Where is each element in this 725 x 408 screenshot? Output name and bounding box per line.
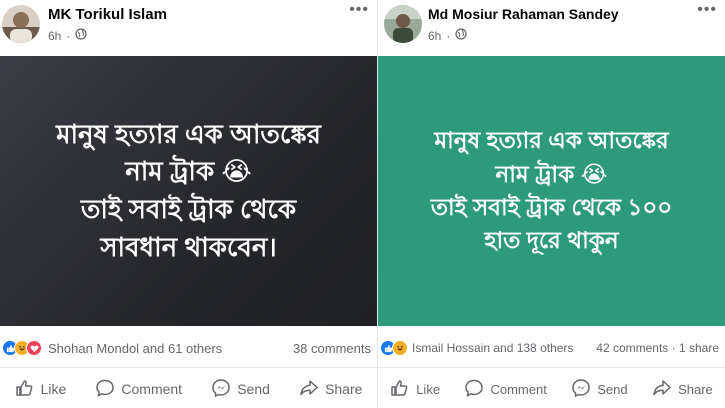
comment-icon — [464, 378, 484, 401]
post-image-text: মানুষ হত্যার এক আতঙ্কের নাম ট্রাক 😭 তাই … — [431, 124, 673, 257]
comment-button[interactable]: Comment — [95, 378, 182, 401]
reaction-icons[interactable] — [2, 340, 42, 356]
post-meta: 6h · — [428, 28, 468, 43]
thumbs-up-icon — [390, 378, 410, 401]
action-bar: Like Comment Send Share — [0, 371, 377, 407]
comment-button[interactable]: Comment — [464, 378, 547, 401]
like-label: Like — [40, 381, 67, 397]
thumbs-up-icon — [15, 378, 35, 401]
like-button[interactable]: Like — [15, 378, 67, 401]
post-2: Md Mosiur Rahaman Sandey 6h · ••• মানুষ … — [377, 0, 725, 408]
comments-count[interactable]: 42 comments · 1 share — [596, 341, 719, 355]
divider — [0, 367, 377, 368]
author-avatar[interactable] — [2, 5, 40, 43]
haha-reaction-icon — [392, 340, 408, 356]
image-text-line: তাই সবাই ট্রাক থেকে ১০০ — [430, 194, 673, 220]
messenger-icon — [571, 378, 591, 401]
send-button[interactable]: Send — [571, 378, 628, 401]
share-icon — [299, 378, 319, 401]
like-button[interactable]: Like — [390, 378, 440, 401]
share-icon — [652, 378, 672, 401]
image-text-line: নাম ট্রাক 😭 — [125, 156, 252, 187]
meta-dot: · — [446, 28, 451, 43]
image-text-line: সাবধান থাকবেন। — [100, 231, 277, 262]
messenger-icon — [211, 378, 231, 401]
share-button[interactable]: Share — [652, 378, 713, 401]
globe-icon — [455, 28, 468, 43]
reactions-count[interactable]: Shohan Mondol and 61 others — [48, 341, 222, 356]
image-text-line: তাই সবাই ট্রাক থেকে — [80, 194, 297, 224]
like-label: Like — [416, 381, 441, 397]
meta-dot: · — [66, 28, 71, 43]
comments-count[interactable]: 38 comments — [293, 341, 371, 356]
image-text-line: নাম ট্রাক 😭 — [495, 160, 608, 187]
reactions-bar: Shohan Mondol and 61 others 38 comments — [0, 335, 377, 361]
reactions-count[interactable]: Ismail Hossain and 138 others — [412, 341, 573, 355]
send-label: Send — [237, 381, 270, 397]
comment-label: Comment — [121, 381, 183, 397]
post-header: MK Torikul Islam 6h · ••• — [0, 0, 377, 56]
author-name[interactable]: MK Torikul Islam — [48, 6, 167, 23]
more-icon[interactable]: ••• — [349, 2, 369, 18]
post-meta: 6h · — [48, 28, 88, 43]
comment-label: Comment — [490, 381, 547, 397]
image-text-line: মানুষ হত্যার এক আতঙ্কের — [434, 127, 669, 154]
reaction-icons[interactable] — [380, 340, 408, 356]
author-avatar[interactable] — [384, 5, 422, 43]
post-header: Md Mosiur Rahaman Sandey 6h · ••• — [378, 0, 725, 56]
image-text-line: হাত দূরে থাকুন — [484, 227, 619, 254]
share-button[interactable]: Share — [299, 378, 362, 401]
globe-icon — [75, 28, 88, 43]
reactions-bar: Ismail Hossain and 138 others 42 comment… — [378, 335, 725, 361]
share-label: Share — [325, 381, 363, 397]
post-1: MK Torikul Islam 6h · ••• মানুষ হত্যার এ… — [0, 0, 377, 408]
send-label: Send — [597, 381, 628, 397]
author-name[interactable]: Md Mosiur Rahaman Sandey — [428, 6, 619, 22]
post-image[interactable]: মানুষ হত্যার এক আতঙ্কের নাম ট্রাক 😭 তাই … — [378, 56, 725, 326]
more-icon[interactable]: ••• — [697, 2, 717, 18]
post-time[interactable]: 6h — [48, 29, 61, 43]
post-image-text: মানুষ হত্যার এক আতঙ্কের নাম ট্রাক 😭 তাই … — [56, 116, 321, 267]
share-label: Share — [678, 381, 713, 397]
action-bar: Like Comment Send Share — [378, 371, 725, 407]
love-reaction-icon — [26, 340, 42, 356]
image-text-line: মানুষ হত্যার এক আতঙ্কের — [56, 118, 321, 149]
send-button[interactable]: Send — [211, 378, 270, 401]
post-time[interactable]: 6h — [428, 29, 441, 43]
post-image[interactable]: মানুষ হত্যার এক আতঙ্কের নাম ট্রাক 😭 তাই … — [0, 56, 377, 326]
divider — [378, 367, 725, 368]
comment-icon — [95, 378, 115, 401]
